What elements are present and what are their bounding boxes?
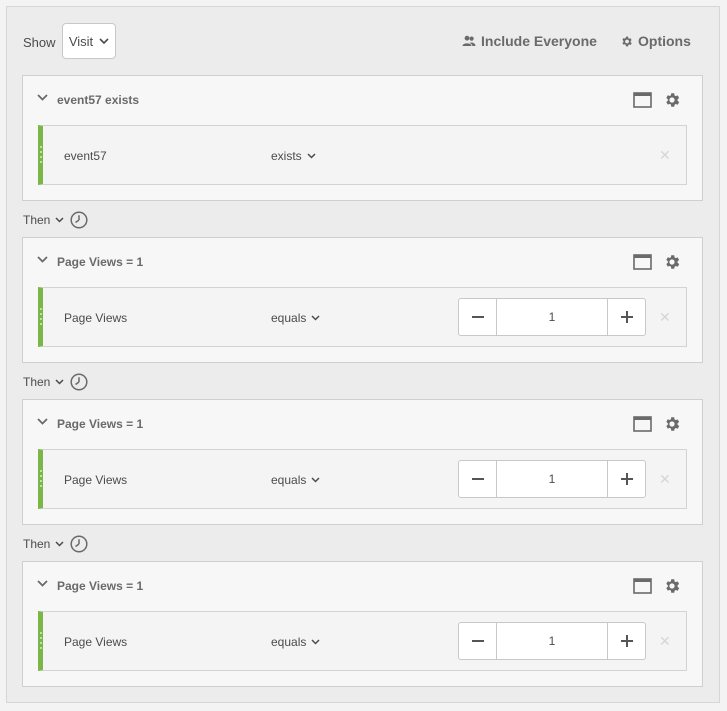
- rule-dimension: Page Views: [64, 635, 128, 649]
- container-header: Page Views = 1: [23, 238, 702, 288]
- then-connector-3: Then: [23, 535, 88, 553]
- decrement-button[interactable]: [459, 461, 497, 497]
- gear-icon[interactable]: [663, 253, 681, 271]
- chevron-down-icon[interactable]: [37, 94, 48, 101]
- chevron-down-icon: [55, 379, 64, 385]
- rule-dimension: Page Views: [64, 311, 128, 325]
- chevron-down-icon[interactable]: [37, 580, 48, 587]
- chevron-down-icon: [311, 639, 320, 645]
- chevron-down-icon: [311, 315, 320, 321]
- chevron-down-icon: [311, 477, 320, 483]
- show-label: Show: [23, 35, 56, 50]
- people-icon: [462, 35, 476, 46]
- drag-handle[interactable]: [40, 308, 43, 326]
- drag-handle[interactable]: [40, 470, 43, 488]
- plus-icon: [620, 635, 633, 647]
- segment-container-2: Page Views = 1 Page Views equals 1 ✕: [22, 237, 703, 363]
- container-title: Page Views = 1: [57, 579, 144, 593]
- operator-dropdown[interactable]: equals: [271, 635, 320, 649]
- chevron-down-icon: [55, 217, 64, 223]
- container-title: Page Views = 1: [57, 255, 144, 269]
- operator-label: exists: [271, 149, 302, 163]
- rule-row: Page Views equals 1 ✕: [38, 287, 687, 347]
- drag-handle[interactable]: [40, 146, 43, 164]
- rule-row: Page Views equals 1 ✕: [38, 611, 687, 671]
- window-icon[interactable]: [633, 92, 652, 108]
- value-stepper: 1: [458, 460, 646, 498]
- decrement-button[interactable]: [459, 623, 497, 659]
- minus-icon: [471, 478, 484, 480]
- options-label: Options: [638, 33, 691, 49]
- decrement-button[interactable]: [459, 299, 497, 335]
- clock-icon[interactable]: [70, 373, 88, 391]
- then-label: Then: [23, 537, 51, 551]
- rule-dimension: Page Views: [64, 473, 128, 487]
- clock-icon[interactable]: [70, 211, 88, 229]
- then-connector-2: Then: [23, 373, 88, 391]
- then-dropdown[interactable]: Then: [23, 537, 64, 551]
- close-icon[interactable]: ✕: [659, 147, 671, 164]
- then-label: Then: [23, 213, 51, 227]
- then-connector-1: Then: [23, 211, 88, 229]
- window-icon[interactable]: [633, 578, 652, 594]
- segment-builder: Show Visit Include Everyone Options even…: [6, 6, 720, 703]
- then-dropdown[interactable]: Then: [23, 213, 64, 227]
- show-select[interactable]: Visit: [62, 23, 116, 59]
- window-icon[interactable]: [633, 416, 652, 432]
- then-label: Then: [23, 375, 51, 389]
- include-everyone-label: Include Everyone: [481, 33, 597, 49]
- rule-row: Page Views equals 1 ✕: [38, 449, 687, 509]
- value-stepper: 1: [458, 622, 646, 660]
- clock-icon[interactable]: [70, 535, 88, 553]
- value-stepper: 1: [458, 298, 646, 336]
- chevron-down-icon[interactable]: [37, 256, 48, 263]
- chevron-down-icon: [307, 153, 316, 159]
- segment-container-4: Page Views = 1 Page Views equals 1 ✕: [22, 561, 703, 687]
- gear-icon[interactable]: [663, 577, 681, 595]
- operator-dropdown[interactable]: equals: [271, 311, 320, 325]
- segment-container-3: Page Views = 1 Page Views equals 1 ✕: [22, 399, 703, 525]
- options-button[interactable]: Options: [620, 33, 691, 49]
- operator-dropdown[interactable]: exists: [271, 149, 316, 163]
- container-header: event57 exists: [23, 76, 702, 126]
- increment-button[interactable]: [607, 461, 645, 497]
- container-title: Page Views = 1: [57, 417, 144, 431]
- container-title: event57 exists: [57, 93, 140, 107]
- close-icon[interactable]: ✕: [659, 471, 671, 488]
- toolbar: Show Visit Include Everyone Options: [7, 7, 719, 75]
- container-header: Page Views = 1: [23, 562, 702, 612]
- window-icon[interactable]: [633, 254, 652, 270]
- operator-label: equals: [271, 473, 307, 487]
- increment-button[interactable]: [607, 623, 645, 659]
- plus-icon: [620, 473, 633, 485]
- close-icon[interactable]: ✕: [659, 309, 671, 326]
- chevron-down-icon[interactable]: [37, 418, 48, 425]
- drag-handle[interactable]: [40, 632, 43, 650]
- gear-icon[interactable]: [663, 415, 681, 433]
- minus-icon: [471, 316, 484, 318]
- operator-label: equals: [271, 635, 307, 649]
- then-dropdown[interactable]: Then: [23, 375, 64, 389]
- include-everyone-button[interactable]: Include Everyone: [462, 33, 597, 49]
- value-input[interactable]: 1: [497, 299, 607, 335]
- operator-label: equals: [271, 311, 307, 325]
- minus-icon: [471, 640, 484, 642]
- increment-button[interactable]: [607, 299, 645, 335]
- gear-icon: [622, 36, 632, 46]
- operator-dropdown[interactable]: equals: [271, 473, 320, 487]
- gear-icon[interactable]: [663, 91, 681, 109]
- rule-dimension: event57: [64, 149, 107, 163]
- close-icon[interactable]: ✕: [659, 633, 671, 650]
- value-input[interactable]: 1: [497, 461, 607, 497]
- rule-row: event57 exists ✕: [38, 125, 687, 185]
- show-select-value: Visit: [68, 33, 94, 49]
- value-input[interactable]: 1: [497, 623, 607, 659]
- chevron-down-icon: [99, 38, 109, 44]
- segment-container-1: event57 exists event57 exists ✕: [22, 75, 703, 201]
- plus-icon: [620, 311, 633, 323]
- container-header: Page Views = 1: [23, 400, 702, 450]
- chevron-down-icon: [55, 541, 64, 547]
